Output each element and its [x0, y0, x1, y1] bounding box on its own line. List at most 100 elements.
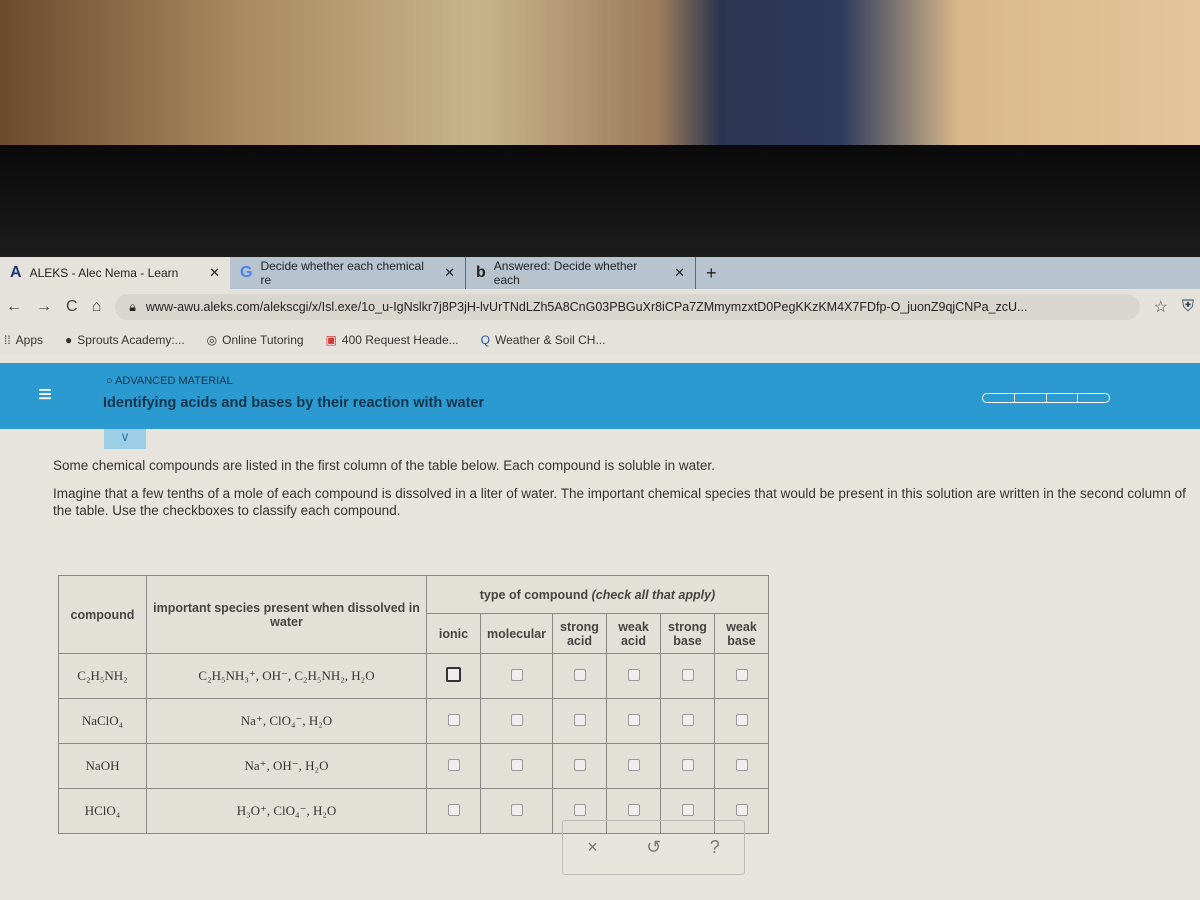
checkbox-molecular[interactable] [510, 668, 523, 681]
checkbox-ionic[interactable] [446, 667, 461, 682]
checkbox-cell [552, 698, 607, 744]
tab-label: Decide whether each chemical re [260, 259, 424, 287]
back-icon[interactable]: ← [6, 298, 22, 316]
bookmark-tutoring[interactable]: ◎ Online Tutoring [207, 333, 304, 347]
address-bar[interactable]: 🔒︎ www-awu.aleks.com/alekscgi/x/Isl.exe/1… [115, 294, 1140, 320]
checkbox-cell [480, 653, 553, 699]
checkbox-cell [426, 788, 481, 834]
close-icon[interactable]: ✕ [444, 265, 455, 281]
checkbox-strong-acid[interactable] [573, 758, 586, 771]
help-button[interactable]: ? [710, 837, 720, 858]
compound-cell: NaOH [58, 743, 147, 789]
table-row: NaClO₄ Na⁺, ClO₄⁻, H₂O [58, 698, 769, 744]
reload-icon[interactable]: C [66, 298, 78, 316]
checkbox-cell [606, 743, 661, 789]
checkbox-weak-acid[interactable] [627, 803, 640, 816]
star-icon[interactable]: ☆ [1154, 297, 1168, 317]
close-icon[interactable]: ✕ [674, 265, 685, 281]
checkbox-cell [660, 653, 715, 699]
background-photo [0, 0, 1200, 150]
checkbox-strong-base[interactable] [681, 758, 694, 771]
checkbox-molecular[interactable] [510, 758, 523, 771]
checkbox-cell [606, 698, 661, 744]
checkbox-strong-base[interactable] [681, 803, 694, 816]
apps-icon: ⁞⁞ [4, 333, 11, 347]
checkbox-ionic[interactable] [447, 713, 460, 726]
new-tab-button[interactable]: + [695, 257, 727, 289]
bookmark-apps[interactable]: ⁞⁞ Apps [4, 333, 43, 347]
forward-icon[interactable]: → [36, 298, 52, 316]
checkbox-weak-acid[interactable] [627, 713, 640, 726]
species-cell: H₃O⁺, ClO₄⁻, H₂O [146, 788, 427, 834]
checkbox-cell [426, 698, 481, 744]
undo-button[interactable]: ↺ [646, 837, 661, 858]
compound-cell: C₂H₅NH₂ [58, 653, 147, 699]
tab-google[interactable]: G Decide whether each chemical re ✕ [230, 257, 465, 289]
header-type-molecular: molecular [480, 613, 553, 654]
header-type-strong-acid: strong acid [552, 613, 607, 654]
checkbox-molecular[interactable] [510, 803, 523, 816]
checkbox-weak-acid[interactable] [627, 668, 640, 681]
checkbox-cell [606, 653, 661, 699]
checkbox-cell [480, 788, 553, 834]
species-cell: C₂H₅NH₃⁺, OH⁻, C₂H₅NH₂, H₂O [146, 653, 427, 699]
clear-button[interactable]: × [587, 837, 598, 858]
bookmark-sprouts[interactable]: ● Sprouts Academy:... [65, 333, 185, 347]
c-icon: ▣ [325, 333, 337, 347]
checkbox-ionic[interactable] [447, 758, 460, 771]
checkbox-strong-acid[interactable] [573, 713, 586, 726]
table-row: NaOH Na⁺, OH⁻, H₂O [58, 743, 769, 789]
table-row: C₂H₅NH₂ C₂H₅NH₃⁺, OH⁻, C₂H₅NH₂, H₂O [58, 653, 769, 699]
header-type-weak-acid: weak acid [606, 613, 661, 654]
collapse-chevron[interactable]: ∨ [104, 429, 146, 449]
page-title: Identifying acids and bases by their rea… [103, 395, 485, 411]
tab-label: ALEKS - Alec Nema - Learn [29, 266, 179, 280]
instructions-text: Imagine that a few tenths of a mole of e… [53, 486, 1186, 518]
action-buttons: × ↺ ? [562, 820, 745, 875]
aleks-header: ≡ ○ ADVANCED MATERIAL Identifying acids … [0, 363, 1200, 429]
shield-icon[interactable]: ⛨ [1182, 298, 1194, 316]
checkbox-weak-base[interactable] [735, 803, 748, 816]
checkbox-cell [552, 743, 607, 789]
species-cell: Na⁺, OH⁻, H₂O [146, 743, 427, 789]
header-compound: compound [58, 575, 147, 654]
globe-icon: ◎ [206, 333, 218, 347]
header-type: type of compound (check all that apply) [426, 575, 769, 614]
globe-icon: ● [65, 333, 73, 347]
bookmark-request[interactable]: ▣ 400 Request Heade... [326, 333, 459, 347]
checkbox-strong-acid[interactable] [573, 803, 586, 816]
home-icon[interactable]: ⌂ [92, 298, 102, 316]
checkbox-strong-base[interactable] [681, 668, 694, 681]
checkbox-ionic[interactable] [447, 803, 460, 816]
checkbox-cell [426, 743, 481, 789]
checkbox-cell [426, 653, 481, 699]
close-icon[interactable]: ✕ [209, 265, 220, 281]
checkbox-cell [660, 698, 715, 744]
bartleby-icon: b [476, 264, 486, 281]
lock-icon: 🔒︎ [129, 299, 136, 314]
header-type-strong-base: strong base [660, 613, 715, 654]
tab-aleks[interactable]: A ALEKS - Alec Nema - Learn ✕ [0, 257, 230, 289]
compound-cell: HClO₄ [58, 788, 147, 834]
checkbox-cell [714, 743, 769, 789]
checkbox-weak-base[interactable] [735, 713, 748, 726]
checkbox-weak-base[interactable] [735, 668, 748, 681]
checkbox-molecular[interactable] [510, 713, 523, 726]
intro-text: Some chemical compounds are listed in th… [53, 458, 715, 473]
checkbox-weak-acid[interactable] [627, 758, 640, 771]
url-text: www-awu.aleks.com/alekscgi/x/Isl.exe/1o_… [145, 300, 1028, 314]
tab-bartleby[interactable]: b Answered: Decide whether each ✕ [465, 257, 695, 289]
checkbox-cell [552, 653, 607, 699]
menu-icon[interactable]: ≡ [38, 381, 52, 409]
checkbox-weak-base[interactable] [735, 758, 748, 771]
browser-window: A ALEKS - Alec Nema - Learn ✕ G Decide whet… [0, 257, 1200, 900]
checkbox-strong-base[interactable] [681, 713, 694, 726]
tab-label: Answered: Decide whether each [493, 259, 638, 287]
header-type-ionic: ionic [426, 613, 481, 654]
checkbox-cell [480, 698, 553, 744]
checkbox-cell [480, 743, 553, 789]
bookmark-weather[interactable]: Q Weather & Soil CH... [481, 333, 606, 347]
checkbox-cell [714, 653, 769, 699]
google-icon: G [240, 264, 253, 281]
checkbox-strong-acid[interactable] [573, 668, 586, 681]
